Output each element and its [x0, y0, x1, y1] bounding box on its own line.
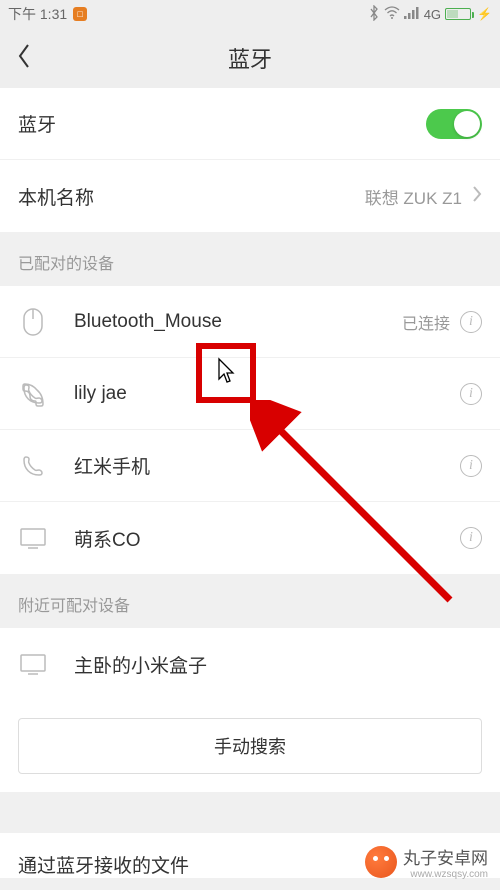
device-name: Bluetooth_Mouse	[74, 311, 222, 333]
info-icon[interactable]: i	[460, 311, 482, 333]
manual-search-label: 手动搜索	[214, 733, 286, 759]
nearby-device-row[interactable]: 主卧的小米盒子	[0, 628, 500, 700]
network-label: 4G	[424, 7, 441, 22]
bluetooth-toggle-row[interactable]: 蓝牙	[0, 88, 500, 160]
cursor-icon	[216, 357, 236, 390]
info-icon[interactable]: i	[460, 455, 482, 477]
paired-device-row[interactable]: 红米手机 i	[0, 430, 500, 502]
phone-icon	[18, 451, 48, 481]
annotation-highlight-box	[196, 343, 256, 403]
device-name-row[interactable]: 本机名称 联想 ZUK Z1	[0, 160, 500, 232]
status-time: 下午 1:31	[8, 4, 67, 24]
nearby-devices-header: 附近可配对设备	[0, 574, 500, 628]
device-name: 萌系CO	[74, 525, 141, 552]
charging-icon: ⚡	[477, 7, 492, 21]
paired-devices-header: 已配对的设备	[0, 232, 500, 286]
info-icon[interactable]: i	[460, 527, 482, 549]
watermark-text: 丸子安卓网	[403, 849, 488, 868]
device-name: lily jae	[74, 383, 127, 405]
mouse-icon	[18, 307, 48, 337]
bluetooth-toggle[interactable]	[426, 109, 482, 139]
wifi-icon	[384, 6, 400, 23]
page-title: 蓝牙	[0, 42, 500, 74]
watermark: 丸子安卓网 www.wzsqsy.com	[357, 838, 496, 886]
info-icon[interactable]: i	[460, 383, 482, 405]
bluetooth-label: 蓝牙	[18, 110, 56, 137]
device-name: 主卧的小米盒子	[74, 651, 207, 678]
status-bar: 下午 1:31 □ 4G ⚡	[0, 0, 500, 28]
phone-icon	[18, 379, 48, 409]
chevron-right-icon	[472, 185, 482, 208]
bluetooth-icon	[368, 5, 380, 24]
battery-icon	[445, 8, 471, 20]
recording-icon: □	[73, 7, 87, 21]
monitor-icon	[18, 523, 48, 553]
watermark-url: www.wzsqsy.com	[403, 869, 488, 880]
header: 蓝牙	[0, 28, 500, 88]
back-button[interactable]	[16, 42, 32, 75]
signal-icon	[404, 6, 420, 22]
monitor-icon	[18, 649, 48, 679]
received-files-label: 通过蓝牙接收的文件	[18, 856, 189, 877]
watermark-logo-icon	[365, 846, 397, 878]
device-name: 红米手机	[74, 452, 150, 479]
manual-search-button[interactable]: 手动搜索	[18, 718, 482, 774]
device-name-value: 联想 ZUK Z1	[365, 184, 462, 209]
paired-device-row[interactable]: 萌系CO i	[0, 502, 500, 574]
device-status: 已连接	[402, 310, 450, 334]
device-name-label: 本机名称	[18, 183, 94, 210]
